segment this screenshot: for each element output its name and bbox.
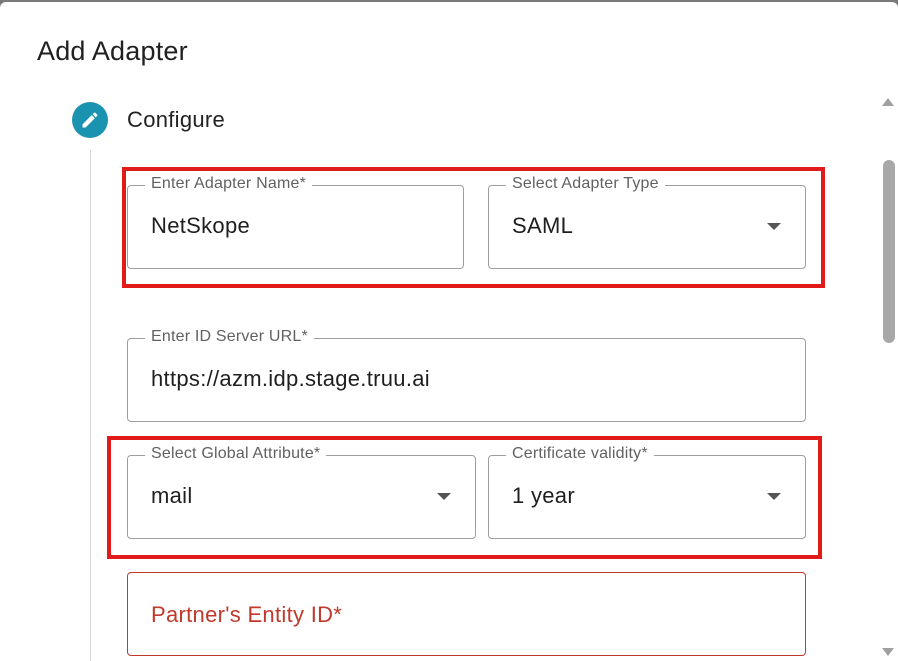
add-adapter-dialog: Add Adapter Configure Enter Adapter Name…	[0, 2, 898, 661]
scroll-down-arrow-icon[interactable]	[882, 648, 894, 656]
highlight-box-name-type	[122, 167, 825, 288]
scrollbar-thumb[interactable]	[883, 160, 895, 343]
pencil-icon	[72, 102, 108, 138]
id-server-url-value: https://azm.idp.stage.truu.ai	[151, 366, 430, 391]
id-server-url-label: Enter ID Server URL*	[145, 328, 314, 346]
id-server-url-field[interactable]: Enter ID Server URL* https://azm.idp.sta…	[127, 328, 806, 422]
partner-entity-id-field[interactable]: Partner's Entity ID*	[127, 572, 806, 656]
highlight-box-attribute-validity	[107, 436, 822, 559]
dialog-title: Add Adapter	[37, 36, 188, 66]
step-connector-line	[90, 150, 91, 661]
step-label-configure: Configure	[127, 107, 226, 132]
partner-entity-id-placeholder: Partner's Entity ID*	[151, 602, 343, 627]
scroll-up-arrow-icon[interactable]	[882, 98, 894, 106]
